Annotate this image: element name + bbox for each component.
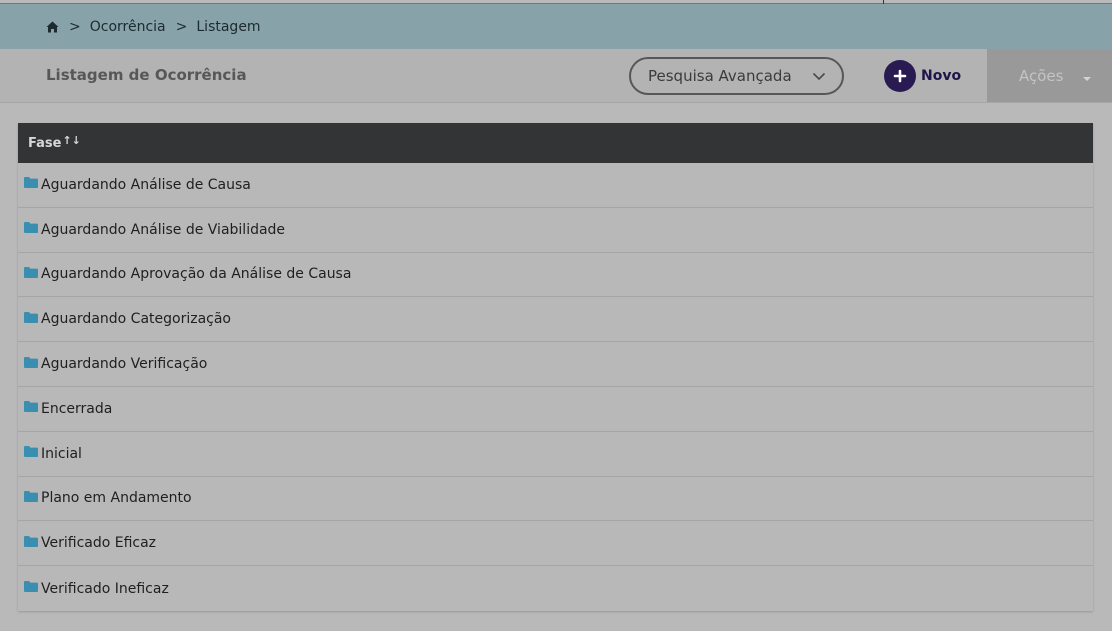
- page-title: Listagem de Ocorrência: [46, 66, 247, 84]
- row-label: Aguardando Análise de Viabilidade: [41, 221, 286, 238]
- advanced-search-label: Pesquisa Avançada: [648, 67, 792, 85]
- breadcrumb-separator: >: [175, 18, 188, 35]
- table-row[interactable]: Encerrada: [18, 386, 1093, 432]
- table-row[interactable]: Aguardando Análise de Viabilidade: [18, 207, 1093, 253]
- folder-icon: [24, 490, 38, 502]
- table-row[interactable]: Aguardando Verificação: [18, 342, 1093, 387]
- sort-icon[interactable]: ↑↓: [62, 134, 80, 147]
- home-icon[interactable]: [46, 21, 59, 33]
- row-label: Plano em Andamento: [41, 490, 192, 507]
- folder-icon: [24, 446, 38, 458]
- folder-icon: [24, 356, 38, 368]
- table-row[interactable]: Verificado Ineficaz: [18, 566, 1093, 611]
- row-label: Aguardando Aprovação da Análise de Causa: [41, 266, 352, 283]
- folder-icon: [24, 401, 38, 413]
- table-row[interactable]: Inicial: [18, 431, 1093, 477]
- breadcrumb-separator: >: [69, 18, 81, 35]
- chevron-down-icon: [812, 72, 826, 81]
- phase-table: Fase ↑↓ Aguardando Análise de Causa Aguar…: [18, 123, 1093, 611]
- table-row[interactable]: Plano em Andamento: [18, 476, 1093, 522]
- breadcrumb: > Ocorrência > Listagem: [0, 4, 1112, 49]
- row-label: Aguardando Categorização: [41, 311, 231, 328]
- folder-icon: [24, 535, 38, 547]
- breadcrumb-item-listagem: Listagem: [196, 18, 261, 35]
- folder-icon: [24, 311, 38, 323]
- folder-icon: [24, 581, 38, 593]
- row-label: Verificado Eficaz: [41, 535, 157, 552]
- actions-label: Ações: [1019, 66, 1064, 85]
- folder-icon: [24, 266, 38, 278]
- table-row[interactable]: Aguardando Categorização: [18, 297, 1093, 343]
- breadcrumb-item-ocorrencia[interactable]: Ocorrência: [90, 19, 166, 35]
- caret-down-icon: [1083, 77, 1091, 81]
- actions-dropdown[interactable]: Ações: [987, 49, 1112, 102]
- new-button-label: Novo: [921, 68, 962, 84]
- table-row[interactable]: Aguardando Aprovação da Análise de Causa: [18, 252, 1093, 298]
- folder-icon: [24, 222, 38, 234]
- row-label: Verificado Ineficaz: [41, 580, 169, 597]
- advanced-search-button[interactable]: Pesquisa Avançada: [629, 57, 844, 95]
- row-label: Inicial: [41, 445, 82, 462]
- row-label: Encerrada: [41, 400, 113, 417]
- table-row[interactable]: Verificado Eficaz: [18, 521, 1093, 567]
- row-label: Aguardando Análise de Causa: [41, 176, 251, 193]
- table-row[interactable]: Aguardando Análise de Causa: [18, 163, 1093, 208]
- new-button[interactable]: Novo: [884, 59, 961, 93]
- column-header-label: Fase: [28, 135, 62, 151]
- folder-icon: [24, 177, 38, 189]
- column-header-fase[interactable]: Fase ↑↓: [18, 123, 1093, 163]
- page-header: Listagem de Ocorrência Pesquisa Avançada…: [0, 49, 1112, 103]
- row-label: Aguardando Verificação: [41, 356, 208, 373]
- plus-icon: [884, 60, 916, 92]
